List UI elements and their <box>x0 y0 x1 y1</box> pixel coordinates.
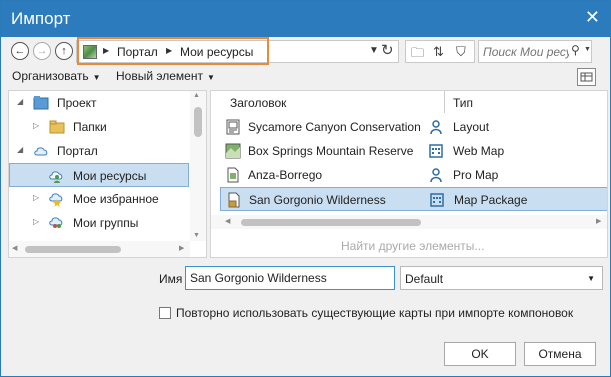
new-item-label: Новый элемент <box>116 69 203 83</box>
view-tools: 🗀 ⇅ ⛉ <box>405 40 475 63</box>
back-button[interactable]: ← <box>11 42 29 60</box>
item-title: Sycamore Canyon Conservation <box>248 120 421 134</box>
folder-icon <box>49 120 65 134</box>
breadcrumb-portal[interactable]: Портал <box>117 45 158 59</box>
filter-icon[interactable]: ⛉ <box>456 44 466 60</box>
org-icon <box>430 193 444 207</box>
collapsed-icon[interactable]: ▷ <box>33 193 39 202</box>
package-icon <box>228 192 240 208</box>
item-type: Map Package <box>454 193 528 207</box>
tree-horizontal-scroll-thumb[interactable] <box>25 246 121 253</box>
import-dialog: Импорт ✕ ← → ↑ ▶ Портал ▶ Мои ресурсы ▼ … <box>0 0 611 377</box>
new-folder-icon[interactable]: 🗀 <box>411 44 424 66</box>
select-value: Default <box>405 272 444 286</box>
navigation-tree: ◢ Проект ▷ Папки ◢ Портал Мои ресурсы ▷ … <box>8 90 207 258</box>
item-title: Anza-Borrego <box>248 168 323 182</box>
breadcrumb[interactable]: ▶ Портал ▶ Мои ресурсы ▼ <box>76 40 399 63</box>
layout-icon <box>226 119 240 135</box>
items-list: Заголовок Тип Sycamore Canyon Conservati… <box>210 90 608 258</box>
name-label: Имя <box>159 272 183 286</box>
organize-menu[interactable]: Организовать ▼ <box>12 69 101 83</box>
search-input[interactable] <box>483 44 569 60</box>
chevron-down-icon[interactable]: ▼ <box>369 45 379 56</box>
name-input[interactable] <box>185 266 395 290</box>
find-more-link[interactable]: Найти другие элементы... <box>341 239 484 253</box>
scroll-right-icon[interactable]: ▶ <box>596 217 601 225</box>
expand-icon[interactable]: ◢ <box>17 145 23 154</box>
scroll-up-icon[interactable]: ▲ <box>193 92 200 99</box>
chevron-down-icon: ▼ <box>206 73 215 82</box>
search-icon[interactable]: ⚲ <box>571 43 580 57</box>
column-header-title[interactable]: Заголовок <box>230 96 286 110</box>
tree-item-label: Папки <box>73 120 107 134</box>
list-item[interactable]: Box Springs Mountain Reserve Web Map <box>220 139 607 163</box>
details-view-button[interactable] <box>577 68 596 86</box>
map-icon <box>225 143 241 159</box>
tree-item-label: Портал <box>57 144 98 158</box>
tree-vertical-scroll-thumb[interactable] <box>194 107 202 137</box>
table-view-icon <box>580 72 593 82</box>
title-bar: Импорт ✕ <box>1 1 610 37</box>
project-icon <box>33 96 49 110</box>
user-icon <box>430 120 442 135</box>
new-item-menu[interactable]: Новый элемент ▼ <box>116 69 215 83</box>
chevron-right-icon: ▶ <box>103 46 110 55</box>
user-icon <box>430 168 442 183</box>
item-title: San Gorgonio Wilderness <box>249 193 386 207</box>
tree-item-label: Мои ресурсы <box>73 169 147 183</box>
favorites-icon <box>49 193 63 207</box>
list-item[interactable]: Anza-Borrego Pro Map <box>220 163 607 187</box>
cancel-button[interactable]: Отмена <box>524 342 596 366</box>
list-item[interactable]: Sycamore Canyon Conservation Layout <box>220 115 607 139</box>
reuse-maps-label[interactable]: Повторно использовать существующие карты… <box>176 306 573 320</box>
import-option-select[interactable]: Default ▼ <box>400 266 603 290</box>
column-divider[interactable] <box>444 91 445 113</box>
chevron-down-icon: ▼ <box>92 73 101 82</box>
collapsed-icon[interactable]: ▷ <box>33 217 39 226</box>
item-type: Pro Map <box>453 168 499 182</box>
ok-button[interactable]: OK <box>444 342 516 366</box>
tree-item-portal[interactable]: ◢ Портал <box>9 139 189 163</box>
tree-item-folders[interactable]: ▷ Папки <box>9 115 189 139</box>
tree-item-groups[interactable]: ▷ Мои группы <box>9 211 189 235</box>
column-header-type[interactable]: Тип <box>453 96 473 110</box>
item-title: Box Springs Mountain Reserve <box>248 144 414 158</box>
forward-button[interactable]: → <box>33 42 51 60</box>
chevron-down-icon[interactable]: ▼ <box>584 46 591 53</box>
tree-item-favorites[interactable]: ▷ Мое избранное <box>9 187 189 211</box>
item-type: Web Map <box>453 144 505 158</box>
scroll-left-icon[interactable]: ◀ <box>12 244 17 252</box>
org-icon <box>429 144 443 158</box>
organize-label: Организовать <box>12 69 89 83</box>
up-button[interactable]: ↑ <box>55 42 73 60</box>
breadcrumb-my-content[interactable]: Мои ресурсы <box>180 45 253 59</box>
chevron-right-icon: ▶ <box>166 46 173 55</box>
cloud-icon <box>34 147 48 156</box>
scroll-left-icon[interactable]: ◀ <box>225 217 230 225</box>
groups-icon <box>49 217 63 228</box>
scroll-down-icon[interactable]: ▼ <box>193 232 200 239</box>
expand-icon[interactable]: ◢ <box>17 97 23 106</box>
dialog-title: Импорт <box>11 9 71 28</box>
document-icon <box>227 167 239 183</box>
close-icon[interactable]: ✕ <box>585 7 600 28</box>
item-type: Layout <box>453 120 490 134</box>
chevron-down-icon: ▼ <box>587 274 595 283</box>
tree-item-project[interactable]: ◢ Проект <box>9 91 189 115</box>
map-thumbnail-icon <box>83 45 97 59</box>
tree-item-label: Мое избранное <box>73 192 159 206</box>
user-content-icon <box>49 171 63 183</box>
tree-item-label: Мои группы <box>73 216 139 230</box>
tree-item-label: Проект <box>57 96 97 110</box>
search-box: ⚲ ▼ <box>478 40 592 63</box>
sort-icon[interactable]: ⇅ <box>433 44 444 60</box>
list-horizontal-scroll-thumb[interactable] <box>241 219 421 226</box>
refresh-icon[interactable]: ↻ <box>381 41 394 59</box>
scroll-right-icon[interactable]: ▶ <box>179 244 184 252</box>
tree-item-my-content[interactable]: Мои ресурсы <box>9 163 189 187</box>
reuse-maps-checkbox[interactable] <box>159 307 171 319</box>
list-item[interactable]: San Gorgonio Wilderness Map Package <box>220 187 607 211</box>
collapsed-icon[interactable]: ▷ <box>33 121 39 130</box>
